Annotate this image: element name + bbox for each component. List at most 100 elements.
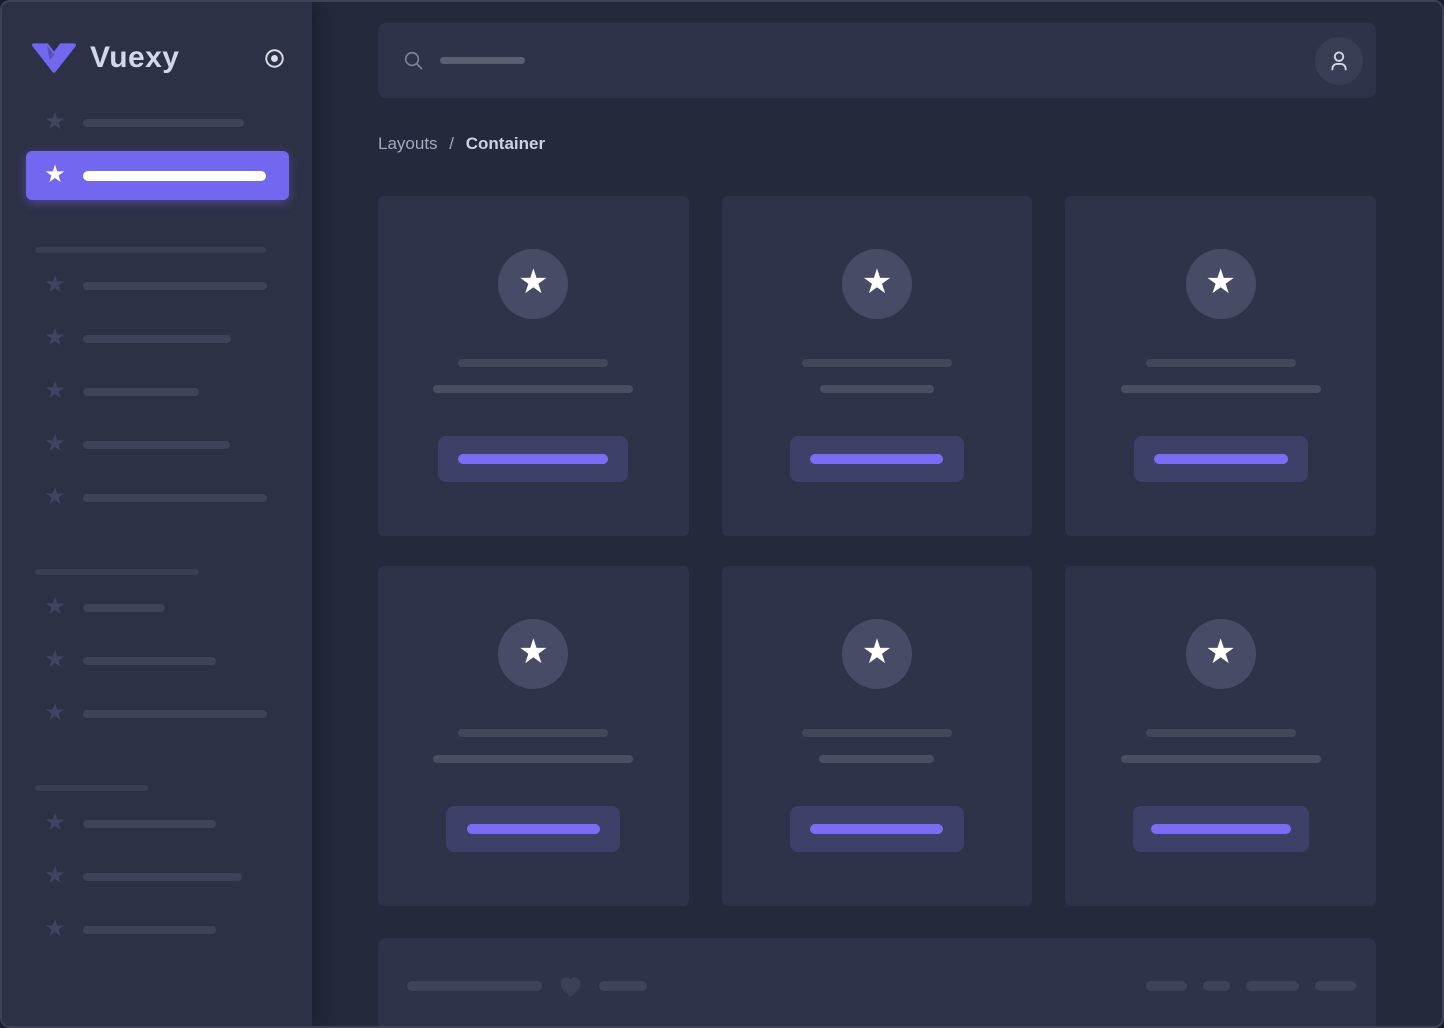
menu-label-placeholder	[83, 819, 216, 828]
sidebar-item[interactable]: ★	[26, 852, 289, 901]
star-icon: ★	[44, 645, 66, 673]
card-action-button[interactable]	[1132, 806, 1309, 852]
sidebar-item[interactable]: ★	[26, 583, 289, 632]
menu-label-placeholder	[83, 656, 216, 665]
breadcrumb-item-layouts[interactable]: Layouts	[378, 134, 438, 153]
menu-label-placeholder	[83, 709, 267, 718]
user-avatar-button[interactable]	[1315, 36, 1363, 85]
button-label-placeholder	[1150, 824, 1291, 834]
menu-label-placeholder	[83, 493, 267, 502]
section-header-placeholder	[35, 785, 148, 791]
vuexy-logo-icon	[32, 43, 76, 73]
app-window: Vuexy ★ ★ ★ ★ ★ ★ ★ ★ ★ ★ ★ ★ ★ Layouts …	[0, 0, 1444, 1028]
menu-label-placeholder	[83, 118, 244, 127]
star-icon: ★	[44, 698, 66, 726]
star-icon: ★	[44, 482, 66, 510]
card-avatar: ★	[841, 249, 912, 319]
sidebar-item[interactable]: ★	[26, 314, 289, 363]
card-line-placeholder	[458, 729, 609, 737]
star-icon: ★	[44, 160, 66, 188]
star-icon: ★	[44, 323, 66, 351]
card-action-button[interactable]	[789, 806, 964, 852]
button-label-placeholder	[1153, 454, 1288, 464]
sidebar-item[interactable]: ★	[26, 98, 289, 147]
breadcrumb-separator: /	[449, 134, 455, 153]
sidebar-item[interactable]: ★	[26, 261, 289, 310]
footer-right-group	[1146, 972, 1356, 1000]
menu-label-placeholder	[83, 387, 199, 396]
sidebar-item[interactable]: ★	[26, 689, 289, 738]
menu-label-placeholder	[83, 281, 267, 290]
footer-bar-placeholder	[1246, 981, 1299, 991]
star-icon: ★	[44, 270, 66, 298]
button-label-placeholder	[458, 454, 609, 464]
placeholder-card: ★	[721, 566, 1033, 906]
card-action-button[interactable]	[789, 436, 964, 482]
card-grid: ★ ★ ★ ★ ★ ★	[378, 196, 1376, 906]
card-avatar: ★	[1185, 249, 1256, 319]
star-icon: ★	[44, 914, 66, 942]
breadcrumb: Layouts / Container	[378, 134, 1376, 154]
footer-bar-placeholder	[1315, 981, 1356, 991]
card-line-placeholder	[1120, 755, 1321, 763]
placeholder-card: ★	[378, 196, 689, 536]
breadcrumb-item-current: Container	[465, 134, 546, 153]
star-icon: ★	[44, 592, 66, 620]
placeholder-card: ★	[1065, 196, 1376, 536]
button-label-placeholder	[810, 824, 944, 834]
section-header-placeholder	[35, 247, 266, 253]
button-label-placeholder	[466, 824, 600, 834]
placeholder-card: ★	[721, 196, 1033, 536]
card-line-placeholder	[819, 385, 934, 393]
card-line-placeholder	[433, 385, 634, 393]
sidebar-nav: ★ ★ ★ ★ ★ ★ ★ ★ ★ ★ ★ ★ ★	[2, 98, 312, 954]
card-line-placeholder	[801, 359, 952, 367]
sidebar-item[interactable]: ★	[26, 367, 289, 416]
card-line-placeholder	[801, 729, 952, 737]
menu-label-placeholder	[83, 170, 266, 181]
menu-label-placeholder	[83, 440, 230, 449]
user-icon	[1331, 50, 1347, 70]
star-icon: ★	[44, 861, 66, 889]
menu-label-placeholder	[83, 603, 165, 612]
sidebar-item[interactable]: ★	[26, 905, 289, 954]
card-line-placeholder	[819, 755, 935, 763]
footer-bar-placeholder	[407, 981, 542, 991]
footer-card	[378, 938, 1376, 1026]
card-avatar: ★	[498, 249, 569, 319]
card-line-placeholder	[1120, 385, 1321, 393]
main-content: Layouts / Container ★ ★ ★ ★ ★ ★	[312, 2, 1442, 1026]
nav-pin-toggle[interactable]	[263, 47, 286, 70]
card-action-button[interactable]	[438, 436, 629, 482]
placeholder-card: ★	[378, 566, 689, 906]
sidebar-item-active[interactable]: ★	[26, 151, 289, 200]
menu-label-placeholder	[83, 925, 216, 934]
star-icon: ★	[44, 429, 66, 457]
sidebar-item[interactable]: ★	[26, 473, 289, 522]
star-icon: ★	[44, 808, 66, 836]
search-placeholder-bar	[440, 57, 525, 64]
footer-bar-placeholder	[1146, 981, 1187, 991]
search-bar[interactable]	[378, 23, 1376, 98]
footer-bar-placeholder	[599, 981, 647, 991]
section-header-placeholder	[35, 569, 199, 575]
menu-label-placeholder	[83, 334, 231, 343]
search-icon	[402, 49, 425, 72]
menu-label-placeholder	[83, 872, 242, 881]
card-avatar: ★	[1185, 619, 1256, 689]
sidebar-item[interactable]: ★	[26, 799, 289, 848]
card-line-placeholder	[1145, 359, 1296, 367]
footer-left-group	[407, 972, 647, 1000]
sidebar-item[interactable]: ★	[26, 636, 289, 685]
brand-title: Vuexy	[90, 41, 180, 74]
star-icon: ★	[44, 376, 66, 404]
heart-icon[interactable]	[557, 973, 584, 1000]
card-avatar: ★	[841, 619, 912, 689]
sidebar-item[interactable]: ★	[26, 420, 289, 469]
star-icon: ★	[861, 263, 893, 301]
card-action-button[interactable]	[1133, 436, 1308, 482]
card-action-button[interactable]	[446, 806, 621, 852]
card-line-placeholder	[433, 755, 634, 763]
footer-bar-placeholder	[1203, 981, 1230, 991]
card-avatar: ★	[498, 619, 569, 689]
